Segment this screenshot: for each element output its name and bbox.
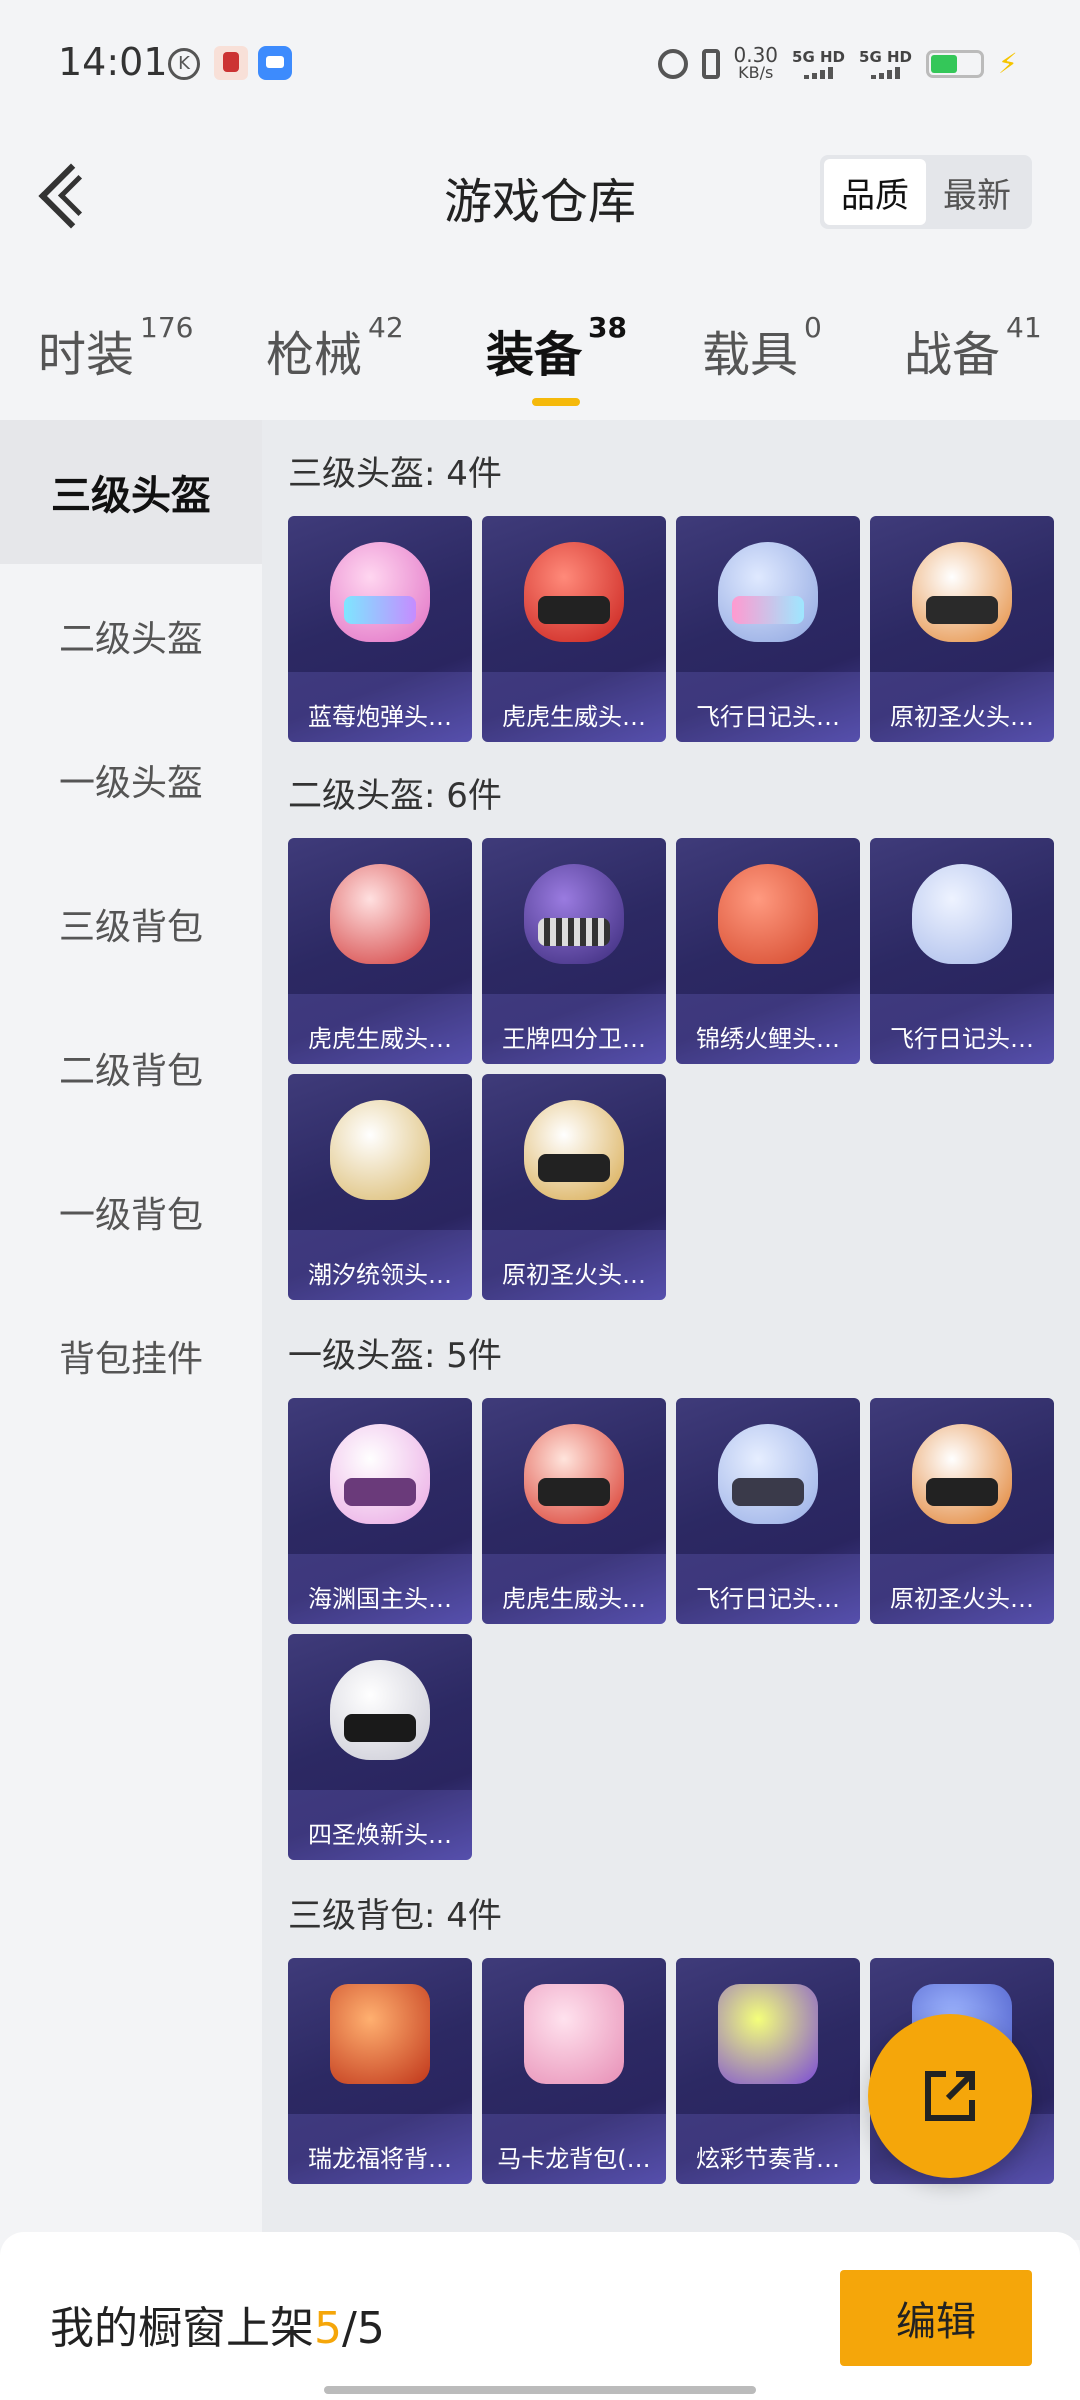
helmet-icon <box>718 864 818 964</box>
sort-toggle: 品质 最新 <box>820 155 1032 229</box>
item-card[interactable]: 飞行日记头… <box>676 516 860 742</box>
tab-fashion[interactable]: 时装 176 <box>38 311 193 385</box>
item-card[interactable]: 四圣焕新头… <box>288 1634 472 1860</box>
net-speed: 0.30 KB/s <box>733 43 779 82</box>
battery-icon <box>926 50 984 78</box>
helmet-icon <box>524 1100 624 1200</box>
item-grid: 海渊国主头… 虎虎生威头… 飞行日记头… 原初圣火头… 四圣焕新头… <box>288 1398 1054 1860</box>
item-card[interactable]: 虎虎生威头… <box>482 1398 666 1624</box>
item-card[interactable]: 马卡龙背包(… <box>482 1958 666 2184</box>
item-card[interactable]: 王牌四分卫… <box>482 838 666 1064</box>
helmet-icon <box>524 542 624 642</box>
sidebar-item-backpack-charm[interactable]: 背包挂件 <box>0 1284 262 1428</box>
item-card[interactable]: 原初圣火头… <box>870 516 1054 742</box>
showcase-status: 我的橱窗上架5/5 <box>50 2303 385 2354</box>
charging-icon: ⚡ <box>998 47 1018 80</box>
item-card[interactable]: 飞行日记头… <box>676 1398 860 1624</box>
section-title: 三级头盔: 4件 <box>288 454 502 494</box>
backpack-icon <box>718 1984 818 2084</box>
home-indicator[interactable] <box>324 2386 756 2394</box>
sidebar-item-lv3-helmet[interactable]: 三级头盔 <box>0 420 262 564</box>
chat-app-icon <box>258 46 292 80</box>
item-card[interactable]: 飞行日记头… <box>870 838 1054 1064</box>
helmet-icon <box>330 542 430 642</box>
helmet-icon <box>330 864 430 964</box>
alarm-icon <box>657 49 688 79</box>
sidebar-item-lv1-helmet[interactable]: 一级头盔 <box>0 708 262 852</box>
share-icon <box>925 2071 975 2121</box>
helmet-icon <box>718 1424 818 1524</box>
section-title: 一级头盔: 5件 <box>288 1336 502 1376</box>
sidebar-item-lv1-backpack[interactable]: 一级背包 <box>0 1140 262 1284</box>
status-time: 14:01 <box>58 40 168 84</box>
share-button[interactable] <box>868 2014 1032 2178</box>
helmet-icon <box>912 864 1012 964</box>
backpack-icon <box>330 1984 430 2084</box>
helmet-icon <box>912 542 1012 642</box>
signal-sim1-icon: 5G HD <box>792 49 845 79</box>
helmet-icon <box>718 542 818 642</box>
k-app-icon: K <box>168 48 200 80</box>
sort-quality[interactable]: 品质 <box>824 159 926 225</box>
item-grid: 蓝莓炮弹头… 虎虎生威头… 飞行日记头… 原初圣火头… <box>288 516 1054 742</box>
sidebar-item-lv3-backpack[interactable]: 三级背包 <box>0 852 262 996</box>
helmet-icon <box>524 864 624 964</box>
item-card[interactable]: 原初圣火头… <box>870 1398 1054 1624</box>
helmet-icon <box>330 1660 430 1760</box>
tab-supplies[interactable]: 战备 41 <box>904 311 1042 385</box>
sidebar: 三级头盔 二级头盔 一级头盔 三级背包 二级背包 一级背包 背包挂件 <box>0 420 262 2240</box>
signal-sim2-icon: 5G HD <box>859 49 912 79</box>
item-card[interactable]: 海渊国主头… <box>288 1398 472 1624</box>
status-icons: 0.30 KB/s 5G HD 5G HD ⚡ <box>657 43 1025 84</box>
tab-vehicles[interactable]: 载具 0 <box>702 311 822 385</box>
sidebar-item-lv2-backpack[interactable]: 二级背包 <box>0 996 262 1140</box>
category-tabs: 时装 176 枪械 42 装备 38 载具 0 战备 41 <box>0 300 1080 410</box>
item-card[interactable]: 原初圣火头… <box>482 1074 666 1300</box>
active-tab-indicator <box>532 398 580 406</box>
sort-newest[interactable]: 最新 <box>926 159 1028 225</box>
item-card[interactable]: 瑞龙福将背… <box>288 1958 472 2184</box>
section-title: 二级头盔: 6件 <box>288 776 502 816</box>
item-card[interactable]: 虎虎生威头… <box>288 838 472 1064</box>
helmet-icon <box>912 1424 1012 1524</box>
item-card[interactable]: 虎虎生威头… <box>482 516 666 742</box>
vibrate-icon <box>701 49 720 79</box>
sidebar-item-lv2-helmet[interactable]: 二级头盔 <box>0 564 262 708</box>
tab-equipment[interactable]: 装备 38 <box>486 311 627 385</box>
item-card[interactable]: 潮汐统领头… <box>288 1074 472 1300</box>
helmet-icon <box>330 1100 430 1200</box>
item-grid: 虎虎生威头… 王牌四分卫… 锦绣火鲤头… 飞行日记头… 潮汐统领头… 原初圣火头… <box>288 838 1054 1300</box>
item-card[interactable]: 锦绣火鲤头… <box>676 838 860 1064</box>
item-card[interactable]: 炫彩节奏背… <box>676 1958 860 2184</box>
bottom-bar: 我的橱窗上架5/5 编辑 <box>0 2232 1080 2400</box>
game-app-icon <box>214 46 248 80</box>
item-list[interactable]: 三级头盔: 4件 蓝莓炮弹头… 虎虎生威头… 飞行日记头… 原初圣火头… 二级头… <box>262 420 1080 2240</box>
tab-guns[interactable]: 枪械 42 <box>266 311 404 385</box>
section-title: 三级背包: 4件 <box>288 1896 502 1936</box>
item-card[interactable]: 蓝莓炮弹头… <box>288 516 472 742</box>
helmet-icon <box>330 1424 430 1524</box>
backpack-icon <box>524 1984 624 2084</box>
header: 游戏仓库 品质 最新 时装 176 枪械 42 装备 38 载具 0 战备 41 <box>0 100 1080 420</box>
edit-button[interactable]: 编辑 <box>840 2270 1032 2366</box>
helmet-icon <box>524 1424 624 1524</box>
